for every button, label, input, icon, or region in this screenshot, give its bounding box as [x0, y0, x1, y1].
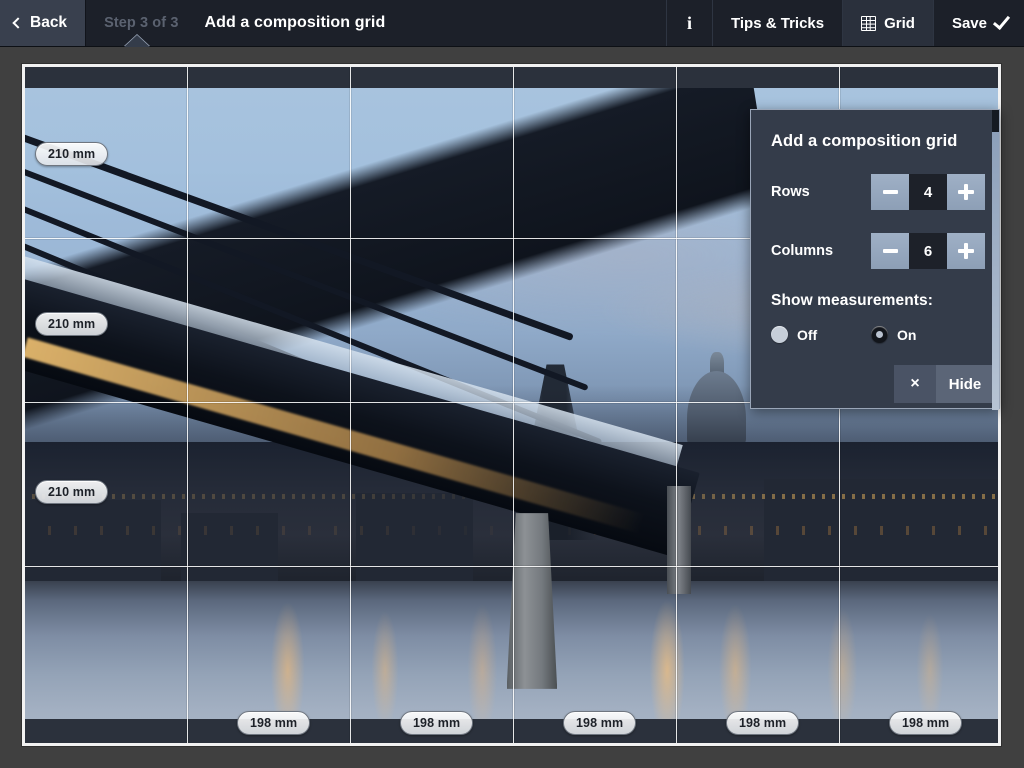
- rows-value[interactable]: 4: [909, 174, 947, 210]
- rows-label: Rows: [771, 184, 871, 200]
- show-measurements-radio-group: Off On: [771, 326, 971, 348]
- plus-icon: [958, 184, 974, 200]
- save-button[interactable]: Save: [933, 0, 1024, 46]
- column-measurement-label: 198 mm: [889, 711, 962, 735]
- letterbox-bottom: [25, 719, 998, 743]
- popover-title: Add a composition grid: [771, 132, 957, 151]
- grid-icon: [861, 16, 876, 31]
- info-icon: i: [687, 14, 692, 32]
- column-measurement-label: 198 mm: [563, 711, 636, 735]
- measurements-off-radio[interactable]: Off: [771, 326, 817, 343]
- columns-label: Columns: [771, 243, 871, 259]
- columns-increment-button[interactable]: [947, 233, 985, 269]
- letterbox-top: [25, 67, 998, 88]
- minus-icon: [883, 249, 898, 253]
- measurements-on-radio[interactable]: On: [871, 326, 916, 343]
- toolbar-spacer: [395, 0, 666, 46]
- info-button[interactable]: i: [666, 0, 712, 46]
- chevron-left-icon: [12, 17, 23, 28]
- hide-button-label[interactable]: Hide: [936, 365, 994, 403]
- rows-increment-button[interactable]: [947, 174, 985, 210]
- measurements-off-label: Off: [797, 327, 817, 343]
- column-measurement-label: 198 mm: [237, 711, 310, 735]
- row-measurement-label: 210 mm: [35, 480, 108, 504]
- dome-cap: [687, 371, 746, 448]
- columns-value[interactable]: 6: [909, 233, 947, 269]
- photo-bridge-pier: [667, 486, 690, 594]
- measurements-on-label: On: [897, 327, 916, 343]
- page-title: Add a composition grid: [194, 0, 395, 46]
- back-button[interactable]: Back: [0, 0, 86, 46]
- columns-decrement-button[interactable]: [871, 233, 909, 269]
- tips-and-tricks-label: Tips & Tricks: [731, 15, 824, 32]
- hide-button[interactable]: × Hide: [894, 365, 994, 403]
- save-button-label: Save: [952, 15, 987, 32]
- composition-grid-popover: Add a composition grid Rows 4 Columns: [750, 109, 1000, 409]
- columns-control: Columns 6: [771, 233, 985, 269]
- plus-icon: [958, 243, 974, 259]
- radio-selected-icon: [871, 326, 888, 343]
- check-icon: [993, 12, 1010, 30]
- column-measurement-label: 198 mm: [400, 711, 473, 735]
- grid-button[interactable]: Grid: [842, 0, 933, 46]
- row-measurement-label: 210 mm: [35, 142, 108, 166]
- tips-and-tricks-button[interactable]: Tips & Tricks: [712, 0, 842, 46]
- column-measurement-label: 198 mm: [726, 711, 799, 735]
- row-measurement-label: 210 mm: [35, 312, 108, 336]
- show-measurements-label: Show measurements:: [771, 292, 933, 310]
- top-toolbar: Back Step 3 of 3 Add a composition grid …: [0, 0, 1024, 47]
- rows-control: Rows 4: [771, 174, 985, 210]
- minus-icon: [883, 190, 898, 194]
- popover-scrollbar[interactable]: [992, 110, 999, 410]
- close-icon[interactable]: ×: [894, 365, 936, 403]
- app-root: Back Step 3 of 3 Add a composition grid …: [0, 0, 1024, 768]
- scrollbar-track[interactable]: [992, 132, 999, 410]
- back-button-label: Back: [30, 14, 67, 32]
- rows-stepper: 4: [871, 174, 985, 210]
- grid-button-label: Grid: [884, 15, 915, 32]
- rows-decrement-button[interactable]: [871, 174, 909, 210]
- columns-stepper: 6: [871, 233, 985, 269]
- popover-pointer: [124, 35, 150, 47]
- radio-unselected-icon: [771, 326, 788, 343]
- scrollbar-thumb[interactable]: [992, 110, 999, 132]
- editor-canvas[interactable]: 210 mm 210 mm 210 mm 198 mm 198 mm 198 m…: [0, 47, 1024, 768]
